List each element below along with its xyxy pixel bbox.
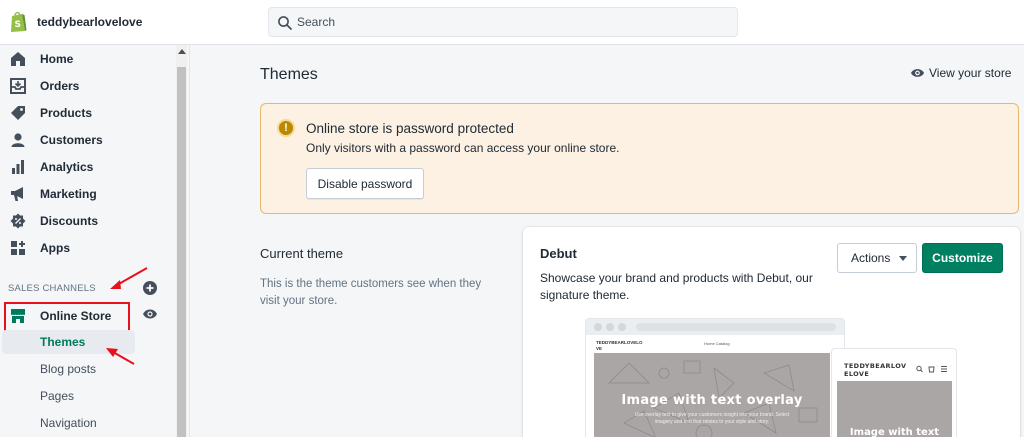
sidebar-item-label: Marketing: [40, 187, 97, 201]
sidebar-item-label: Home: [40, 52, 74, 66]
scroll-thumb[interactable]: [177, 67, 186, 437]
browser-chrome: [586, 319, 844, 335]
sidebar-item-label: Products: [40, 106, 93, 120]
sidebar-item-apps[interactable]: Apps: [0, 235, 175, 261]
password-protected-banner: Online store is password protected Only …: [260, 103, 1019, 214]
sidebar-subitem-themes[interactable]: Themes: [2, 330, 135, 354]
customize-button[interactable]: Customize: [922, 243, 1003, 273]
sidebar-subitem-label: Themes: [40, 335, 86, 349]
current-theme-description: This is the theme customers see when the…: [260, 278, 482, 307]
sidebar-subitem-label: Pages: [40, 389, 75, 403]
sidebar-item-label: Discounts: [40, 214, 99, 228]
search-bar[interactable]: [268, 7, 738, 37]
sidebar-item-label: Analytics: [40, 160, 94, 174]
disable-password-button[interactable]: Disable password: [306, 168, 424, 199]
sidebar-item-customers[interactable]: Customers: [0, 127, 175, 153]
sidebar-item-label: Customers: [40, 133, 103, 147]
sidebar-item-discounts[interactable]: Discounts: [0, 208, 175, 234]
discount-icon: [10, 213, 26, 229]
page-title: Themes: [260, 66, 318, 83]
svg-text:S: S: [15, 20, 21, 30]
add-channel-icon[interactable]: [143, 281, 157, 295]
current-theme-heading: Current theme: [260, 246, 344, 261]
home-icon: [11, 52, 25, 66]
view-store-label: View your store: [929, 66, 1012, 80]
sidebar-subitem-label: Blog posts: [40, 362, 97, 376]
browser-url-bar: [636, 323, 836, 331]
sidebar-subitem-pages[interactable]: Pages: [0, 384, 175, 408]
preview-hero-subtitle: Use overlay text to give your customers …: [634, 412, 790, 425]
sidebar-item-orders[interactable]: Orders: [0, 73, 175, 99]
search-icon: [278, 16, 292, 30]
preview-brand: TEDDYBEARLOVELO VE: [596, 340, 643, 351]
sales-channels-heading: SALES CHANNELS: [8, 283, 96, 294]
search-input[interactable]: [297, 8, 727, 36]
bar-chart-icon: [12, 160, 24, 174]
annotation-highlight-box: [4, 302, 130, 332]
mobile-preview: TEDDYBEARLOV ELOVE Image with text: [831, 348, 957, 437]
orders-icon: [10, 78, 26, 94]
browser-dot-icon: [618, 323, 626, 331]
banner-title: Online store is password protected: [306, 121, 514, 136]
mobile-header-icons: [916, 365, 947, 373]
preview-hero-title: Image with text overlay: [621, 393, 803, 408]
sidebar-subitem-label: Navigation: [40, 416, 97, 430]
sidebar-subitem-blog-posts[interactable]: Blog posts: [0, 357, 175, 381]
sidebar-item-label: Orders: [40, 79, 80, 93]
theme-name: Debut: [540, 246, 577, 261]
caret-down-icon: [899, 256, 907, 261]
sidebar-subitem-navigation[interactable]: Navigation: [0, 411, 175, 435]
mobile-preview-brand: TEDDYBEARLOV ELOVE: [844, 362, 907, 378]
preview-hero-image: Image with text overlay Use overlay text…: [594, 353, 830, 437]
eye-icon: [910, 69, 925, 77]
mobile-preview-hero-title: Image with text: [849, 427, 940, 437]
view-online-store-icon[interactable]: [142, 307, 158, 321]
warning-icon: [277, 119, 295, 137]
browser-dot-icon: [594, 323, 602, 331]
desktop-preview: TEDDYBEARLOVELO VE Home Catalog Image wi…: [585, 318, 845, 437]
tag-icon: [11, 106, 25, 120]
sidebar-item-analytics[interactable]: Analytics: [0, 154, 175, 180]
sidebar: Home Orders Products Customers Analytics…: [0, 45, 190, 437]
sidebar-item-home[interactable]: Home: [0, 46, 175, 72]
sidebar-item-products[interactable]: Products: [0, 100, 175, 126]
preview-nav: Home Catalog: [704, 341, 730, 346]
apps-icon: [11, 241, 25, 255]
actions-label: Actions: [851, 251, 891, 265]
actions-button[interactable]: Actions: [837, 243, 917, 273]
browser-dot-icon: [606, 323, 614, 331]
person-icon: [11, 133, 25, 147]
view-store-link[interactable]: View your store: [910, 64, 1011, 82]
theme-card: Debut Showcase your brand and products w…: [523, 227, 1020, 437]
theme-description: Showcase your brand and products with De…: [540, 271, 813, 302]
shopify-logo-icon[interactable]: S: [9, 11, 27, 33]
top-bar: S teddybearlovelove: [0, 0, 1024, 45]
scroll-up-arrow-icon[interactable]: [178, 49, 186, 54]
sidebar-item-marketing[interactable]: Marketing: [0, 181, 175, 207]
store-name[interactable]: teddybearlovelove: [37, 15, 142, 29]
sidebar-item-label: Apps: [40, 241, 70, 255]
mobile-preview-hero: Image with text: [837, 381, 952, 437]
megaphone-icon: [11, 187, 23, 201]
banner-text: Only visitors with a password can access…: [306, 141, 620, 155]
sidebar-scrollbar[interactable]: [176, 45, 187, 437]
